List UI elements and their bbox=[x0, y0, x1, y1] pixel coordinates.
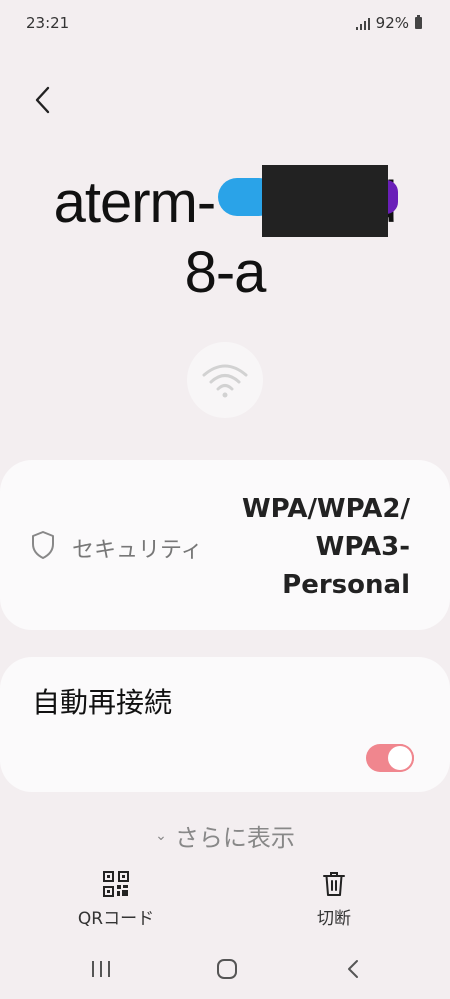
toggle-knob bbox=[388, 746, 412, 770]
status-bar: 23:21 92% bbox=[0, 0, 450, 48]
home-button[interactable] bbox=[202, 952, 252, 986]
qr-code-button[interactable]: QRコード bbox=[46, 870, 186, 929]
status-time: 23:21 bbox=[26, 14, 70, 32]
auto-reconnect-label: 自動再接続 bbox=[32, 686, 173, 719]
network-name-line2: 8-a bbox=[184, 240, 267, 305]
redaction-block bbox=[262, 165, 388, 237]
show-more-button[interactable]: ⌄ さらに表示 bbox=[0, 818, 450, 853]
navigation-bar bbox=[0, 940, 450, 999]
security-label: セキュリティ bbox=[72, 538, 203, 563]
recents-button[interactable] bbox=[76, 952, 126, 986]
wifi-icon bbox=[202, 364, 248, 398]
trash-icon bbox=[323, 872, 345, 896]
home-icon bbox=[217, 959, 237, 979]
disconnect-label: 切断 bbox=[317, 909, 351, 929]
show-more-label: さらに表示 bbox=[174, 824, 295, 852]
recents-icon bbox=[92, 961, 110, 977]
chevron-down-icon: ⌄ bbox=[155, 827, 167, 844]
nav-back-button[interactable] bbox=[328, 952, 378, 986]
qr-code-icon bbox=[103, 871, 129, 897]
disconnect-button[interactable]: 切断 bbox=[264, 870, 404, 929]
signal-icon bbox=[355, 17, 370, 30]
back-button[interactable] bbox=[22, 80, 62, 120]
chevron-left-icon bbox=[35, 86, 50, 114]
back-icon bbox=[348, 960, 358, 978]
auto-reconnect-toggle[interactable] bbox=[366, 744, 414, 772]
security-card: セキュリティ WPA/WPA2/ WPA3- Personal bbox=[0, 460, 450, 630]
battery-percent: 92% bbox=[375, 14, 409, 32]
wifi-status bbox=[187, 342, 263, 418]
security-value: WPA/WPA2/ WPA3- Personal bbox=[241, 494, 410, 600]
battery-icon bbox=[415, 15, 422, 29]
qr-code-label: QRコード bbox=[77, 909, 155, 929]
auto-reconnect-card: 自動再接続 bbox=[0, 657, 450, 792]
shield-icon bbox=[32, 531, 54, 559]
status-indicators: 92% bbox=[355, 14, 422, 32]
